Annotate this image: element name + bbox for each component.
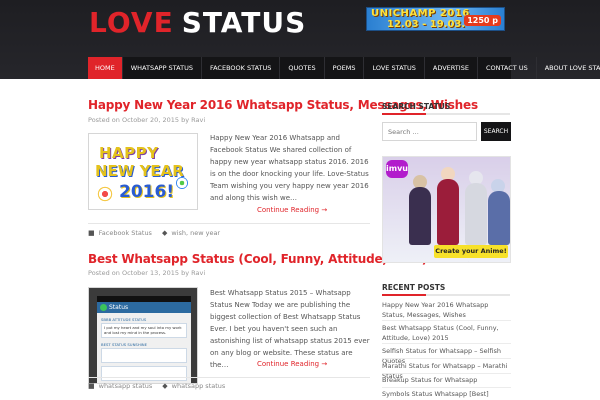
post-taxonomy: ■ Facebook Status ◆ wish, new year: [88, 229, 220, 237]
tag-icon: ◆: [162, 382, 168, 390]
post-meta: Posted on October 20, 2015 by Ravi: [88, 116, 205, 124]
post-date[interactable]: October 13, 2015: [122, 269, 179, 277]
post-thumbnail[interactable]: Status SBBB ATTITUDE STATUS I put my hea…: [88, 287, 198, 384]
search-input[interactable]: [382, 122, 477, 141]
status-card: [101, 366, 187, 381]
post-excerpt: Happy New Year 2016 Whatsapp and Faceboo…: [210, 134, 369, 202]
divider: [382, 358, 511, 359]
post-category[interactable]: Facebook Status: [99, 229, 152, 237]
widget-underline: [382, 294, 510, 296]
post-meta: Posted on October 13, 2015 by Ravi: [88, 269, 205, 277]
post-date[interactable]: October 20, 2015: [122, 116, 179, 124]
banner-price: 1250 p: [464, 15, 501, 26]
recent-post-link[interactable]: Breakup Status for Whatsapp: [382, 375, 511, 385]
sidebar-ad[interactable]: imvu Create your Anime! ▶: [382, 156, 511, 263]
recent-post-link[interactable]: Happy New Year 2016 Whatsapp Status, Mes…: [382, 300, 511, 320]
post-taxonomy: ■ whatsapp status ◆ whatsapp status: [88, 382, 225, 390]
thumb-text: HAPPY: [99, 144, 159, 162]
nav-item-whatsapp-status[interactable]: Whatsapp Status: [123, 57, 202, 79]
nav-item-contact-us[interactable]: Contact Us: [478, 57, 537, 79]
folder-icon: ■: [88, 229, 95, 237]
section-label: BEST STATUS SUNSHINE: [101, 342, 148, 347]
whatsapp-icon: [100, 304, 107, 311]
nav-item-about[interactable]: About Love Status: [537, 57, 600, 79]
tag-icon: ◆: [161, 229, 168, 237]
thumb-text: NEW YEAR: [95, 162, 184, 180]
nav-item-advertise[interactable]: Advertise: [425, 57, 478, 79]
nav-item-facebook-status[interactable]: Facebook Status: [202, 57, 281, 79]
status-card: [101, 348, 187, 363]
anime-figure: [488, 191, 510, 245]
main-nav: Home Whatsapp Status Facebook Status Quo…: [88, 57, 600, 79]
continue-reading-link[interactable]: Continue Reading →: [257, 360, 327, 368]
app-title: Status: [109, 304, 129, 311]
ad-cta-button[interactable]: Create your Anime! ▶: [434, 245, 508, 262]
nav-item-love-status[interactable]: Love Status: [364, 57, 425, 79]
anime-figure: [409, 187, 431, 245]
status-card: I put my heart and my soul into my work …: [101, 323, 187, 338]
app-bar: Status: [97, 302, 191, 313]
continue-reading-link[interactable]: Continue Reading →: [257, 206, 327, 214]
recent-post-link[interactable]: Best Whatsapp Status (Cool, Funny, Attit…: [382, 323, 511, 343]
post-tags[interactable]: whatsapp status: [172, 382, 226, 390]
imvu-logo: imvu: [386, 160, 408, 178]
post-author[interactable]: Ravi: [191, 116, 205, 124]
anime-figure: [465, 183, 487, 245]
recent-post-link[interactable]: Symbols Status Whatsapp [Best]: [382, 389, 511, 399]
banner-line1: UNICHAMP 2016: [371, 8, 470, 19]
divider: [382, 343, 511, 344]
post-tags[interactable]: wish, new year: [171, 229, 220, 237]
search-button[interactable]: Search: [481, 122, 511, 141]
banner-line2: 12.03 - 19.03.: [387, 19, 466, 30]
post-category[interactable]: whatsapp status: [99, 382, 153, 390]
widget-underline: [382, 113, 510, 115]
anime-figure: [437, 179, 459, 245]
logo-word-status: STATUS: [181, 5, 307, 39]
divider: [88, 377, 370, 378]
nav-item-poems[interactable]: Poems: [325, 57, 365, 79]
divider: [382, 373, 511, 374]
phone-screen: Status SBBB ATTITUDE STATUS I put my hea…: [97, 296, 191, 383]
nav-item-home[interactable]: Home: [88, 57, 123, 79]
widget-title-recent: Recent Posts: [382, 283, 446, 292]
site-logo[interactable]: LOVE STATUS: [89, 5, 307, 39]
divider: [382, 320, 511, 321]
post-excerpt: Best Whatsapp Status 2015 – Whatsapp Sta…: [210, 289, 370, 369]
divider: [88, 223, 370, 224]
nav-item-quotes[interactable]: Quotes: [280, 57, 325, 79]
meta-by: by: [181, 116, 190, 124]
header-ad-banner[interactable]: UNICHAMP 2016 12.03 - 19.03. 1250 p: [366, 7, 505, 31]
divider: [382, 387, 511, 388]
folder-icon: ■: [88, 382, 95, 390]
meta-by: by: [181, 269, 190, 277]
thumb-text: 2016!: [119, 182, 175, 202]
firework-icon: [91, 180, 119, 208]
meta-prefix: Posted on: [88, 116, 120, 124]
section-label: SBBB ATTITUDE STATUS: [101, 317, 147, 322]
post-thumbnail[interactable]: HAPPY NEW YEAR 2016!: [88, 133, 198, 210]
post-author[interactable]: Ravi: [191, 269, 205, 277]
meta-prefix: Posted on: [88, 269, 120, 277]
logo-word-love: LOVE: [89, 5, 174, 39]
widget-title-search: Search Status: [382, 102, 451, 111]
